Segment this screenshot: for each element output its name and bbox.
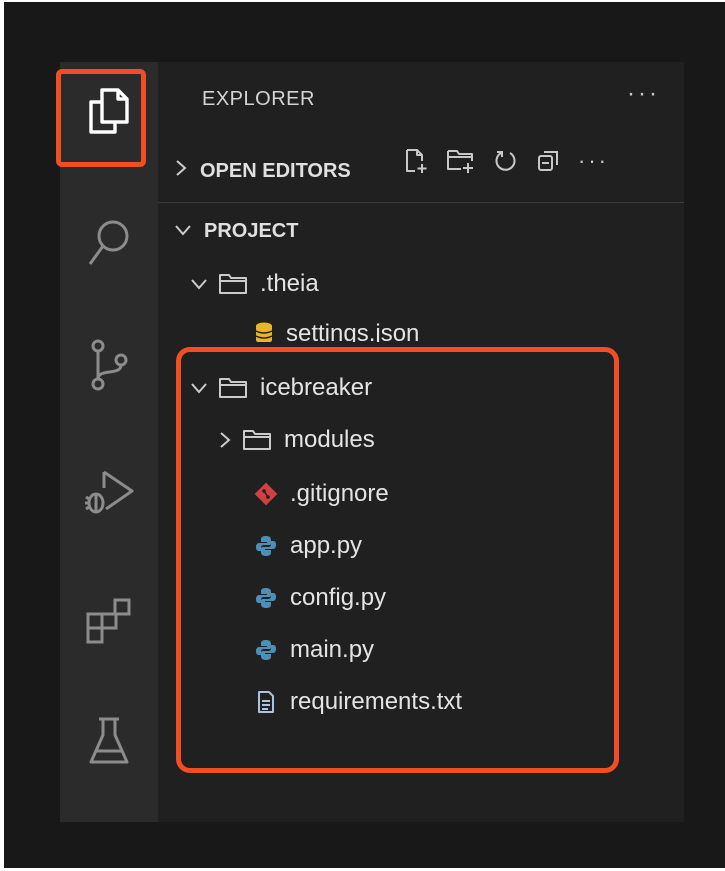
- python-file-icon: [254, 586, 278, 610]
- tree-folder-icebreaker[interactable]: icebreaker: [190, 368, 372, 408]
- tree-label: modules: [284, 426, 375, 453]
- explorer-title: EXPLORER: [202, 88, 315, 110]
- source-control-icon[interactable]: [70, 326, 148, 404]
- explorer-highlight: [56, 69, 146, 167]
- folder-icon: [242, 428, 272, 452]
- run-debug-icon[interactable]: [70, 452, 148, 530]
- chevron-right-icon: [218, 430, 232, 450]
- ide-window: EXPLORER ··· OPEN EDITORS PROJECT ··· .t…: [4, 2, 725, 868]
- tree-file-gitignore[interactable]: .gitignore: [254, 474, 389, 514]
- open-editors-header[interactable]: OPEN EDITORS: [174, 156, 351, 186]
- text-file-icon: [254, 690, 278, 714]
- search-icon[interactable]: [70, 204, 148, 282]
- python-file-icon: [254, 638, 278, 662]
- python-file-icon: [254, 534, 278, 558]
- project-actions: ···: [404, 148, 609, 174]
- scroll-clip: [158, 342, 684, 364]
- chevron-right-icon: [174, 158, 188, 184]
- chevron-down-icon: [190, 277, 208, 291]
- new-file-icon[interactable]: [404, 148, 428, 174]
- tree-file-config[interactable]: config.py: [254, 578, 386, 618]
- chevron-down-icon: [190, 381, 208, 395]
- refresh-icon[interactable]: [494, 149, 518, 173]
- git-file-icon: [254, 482, 278, 506]
- open-editors-label: OPEN EDITORS: [200, 159, 351, 182]
- tree-label: .gitignore: [290, 480, 389, 507]
- tree-label: requirements.txt: [290, 688, 463, 715]
- project-more-button[interactable]: ···: [578, 148, 609, 174]
- tree-file-requirements[interactable]: requirements.txt: [254, 682, 462, 722]
- section-divider: [158, 202, 684, 203]
- project-header[interactable]: PROJECT: [174, 216, 298, 246]
- explorer-more-button[interactable]: ···: [627, 80, 660, 108]
- testing-icon[interactable]: [70, 702, 148, 780]
- tree-label: app.py: [290, 532, 363, 559]
- tree-label: main.py: [290, 636, 375, 663]
- extensions-icon[interactable]: [70, 582, 148, 660]
- tree-file-main[interactable]: main.py: [254, 630, 374, 670]
- tree-file-app[interactable]: app.py: [254, 526, 362, 566]
- folder-icon: [218, 376, 248, 400]
- activity-bar: [60, 62, 158, 822]
- project-label: PROJECT: [204, 219, 299, 242]
- tree-folder-theia[interactable]: .theia: [190, 264, 319, 304]
- tree-label: icebreaker: [260, 374, 373, 401]
- chevron-down-icon: [174, 220, 192, 243]
- tree-label: .theia: [260, 270, 319, 297]
- collapse-all-icon[interactable]: [536, 149, 560, 173]
- tree-label: config.py: [290, 584, 387, 611]
- tree-folder-modules[interactable]: modules: [218, 420, 375, 460]
- folder-icon: [218, 272, 248, 296]
- new-folder-icon[interactable]: [446, 148, 476, 174]
